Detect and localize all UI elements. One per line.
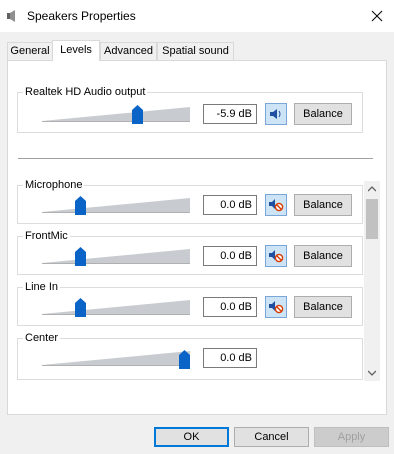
mute-button[interactable]: [265, 296, 287, 318]
muted-speaker-icon: [269, 301, 284, 314]
scroll-thumb[interactable]: [366, 199, 378, 239]
volume-slider[interactable]: [74, 196, 86, 215]
input-row-center: Center 0.0 dB: [17, 331, 363, 380]
tab-label: Spatial sound: [162, 45, 229, 57]
tab-levels[interactable]: Levels: [52, 40, 100, 61]
input-label: Line In: [23, 280, 61, 294]
master-level-group: Realtek HD Audio output -5.9 dB Balance: [17, 85, 363, 133]
master-db-value: -5.9 dB: [203, 104, 257, 124]
input-row-microphone: Microphone 0.0 dB Balance: [17, 178, 363, 224]
speaker-app-icon: [7, 10, 15, 22]
scroll-down-arrow[interactable]: [364, 365, 380, 381]
tab-general[interactable]: General: [7, 42, 53, 60]
master-volume-track: [42, 107, 190, 122]
tab-label: Levels: [60, 44, 92, 56]
master-balance-button[interactable]: Balance: [294, 103, 352, 125]
muted-speaker-icon: [269, 199, 284, 212]
chevron-up-icon: [368, 186, 376, 192]
scroll-up-arrow[interactable]: [364, 181, 380, 197]
muted-speaker-icon: [269, 250, 284, 263]
master-device-label: Realtek HD Audio output: [23, 85, 148, 99]
close-button[interactable]: [360, 0, 394, 32]
master-volume-slider[interactable]: [132, 105, 144, 124]
window-title: Speakers Properties: [27, 9, 136, 23]
tab-spatial-sound[interactable]: Spatial sound: [157, 42, 234, 60]
close-icon: [371, 10, 383, 22]
volume-track: [42, 249, 190, 264]
input-row-frontmic: FrontMic 0.0 dB Balance: [17, 229, 363, 275]
input-label: Center: [23, 331, 61, 345]
mute-button[interactable]: [265, 194, 287, 216]
title-bar: Speakers Properties: [0, 0, 394, 32]
db-value: 0.0 dB: [203, 297, 257, 317]
db-value: 0.0 dB: [203, 348, 257, 368]
speaker-icon: [270, 109, 281, 119]
mute-button[interactable]: [265, 245, 287, 267]
tab-label: Advanced: [104, 45, 153, 57]
balance-button[interactable]: Balance: [294, 296, 352, 318]
volume-track: [42, 300, 190, 315]
levels-panel: Realtek HD Audio output -5.9 dB Balance …: [7, 60, 387, 415]
cancel-button[interactable]: Cancel: [234, 427, 309, 447]
apply-button[interactable]: Apply: [314, 427, 389, 447]
chevron-down-icon: [368, 370, 376, 376]
volume-slider[interactable]: [179, 350, 190, 369]
balance-button[interactable]: Balance: [294, 194, 352, 216]
db-value: 0.0 dB: [203, 195, 257, 215]
input-label: FrontMic: [23, 229, 70, 243]
master-mute-button[interactable]: [265, 103, 287, 125]
tab-advanced[interactable]: Advanced: [100, 42, 157, 60]
ok-button[interactable]: OK: [154, 427, 229, 447]
balance-button[interactable]: Balance: [294, 245, 352, 267]
input-row-line-in: Line In 0.0 dB Balance: [17, 280, 363, 326]
levels-scrollbar[interactable]: [364, 181, 380, 381]
volume-track: [42, 351, 190, 366]
volume-track: [42, 198, 190, 213]
input-label: Microphone: [23, 178, 85, 192]
volume-slider[interactable]: [74, 247, 86, 266]
tab-label: General: [10, 45, 50, 57]
volume-slider[interactable]: [74, 298, 86, 317]
section-divider: [18, 158, 373, 159]
db-value: 0.0 dB: [203, 246, 257, 266]
